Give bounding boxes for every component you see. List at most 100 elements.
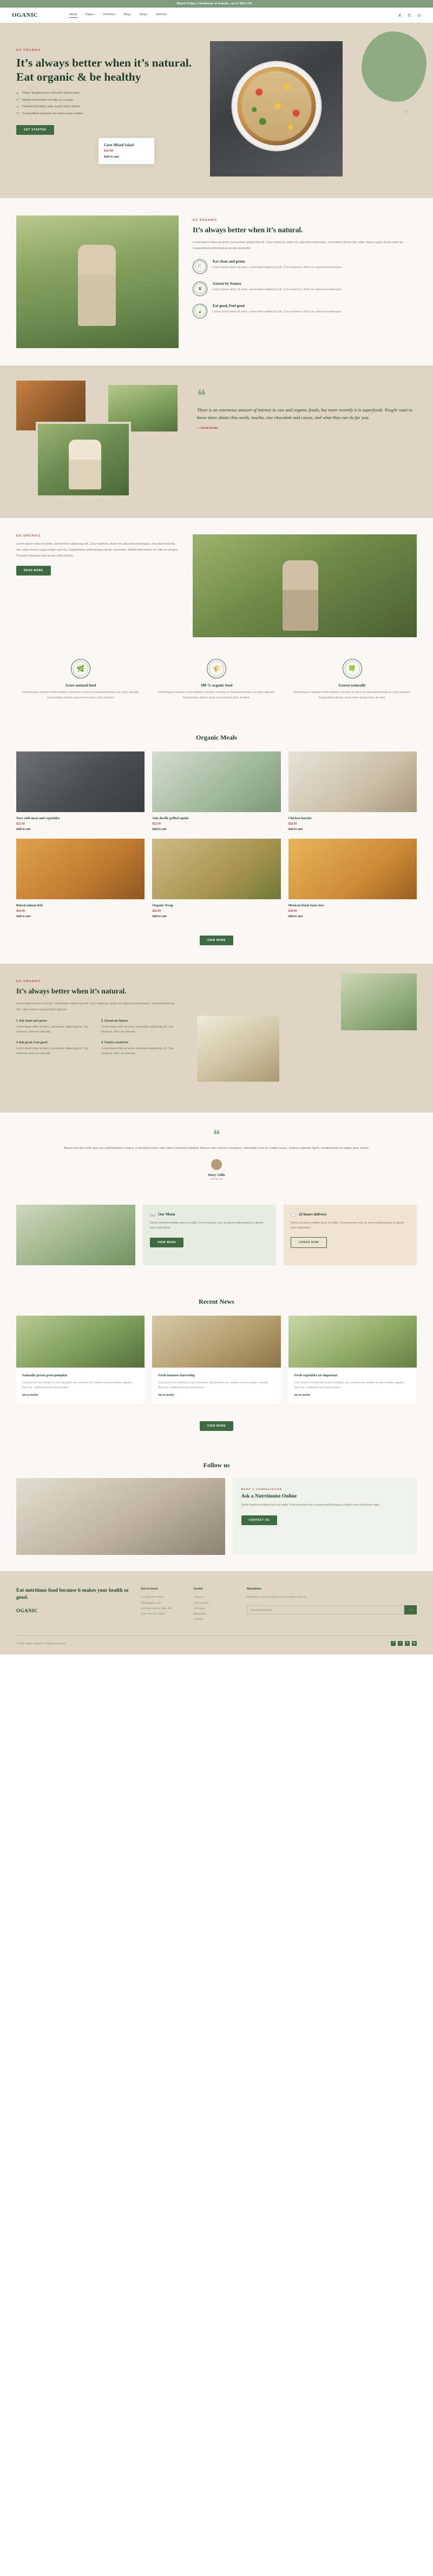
chevron-down-icon: ▾ [147,12,148,16]
carousel-next-icon[interactable]: › [405,109,407,114]
read-more-link[interactable]: READ MORE [294,1394,411,1397]
meal-card[interactable]: Mexican black bean stew $19.00 Add to ca… [288,838,417,918]
promo-topbar[interactable]: Black Friday | Hundreds of brands, up to… [0,0,433,8]
footer-column-useful: Useful About us Our services Our team Bl… [194,1587,236,1623]
meal-price: $24.00 [16,909,25,913]
nav-label: Portfolio [103,12,114,16]
benefit-body: Lorem ipsum dolor sit amet, consectetur … [101,1047,174,1056]
consultation-body: Donec tincidunt sodales lacus ut mattis.… [241,1503,380,1507]
footer-link[interactable]: Our team [194,1606,236,1612]
user-icon[interactable] [398,14,402,17]
nav-item-home[interactable]: Home [69,12,78,18]
check-icon: ✔ [16,105,19,109]
main-nav: Home Pages▾ Portfolio▾ Blog▾ Shop▾ Eleme… [69,13,167,18]
facebook-icon[interactable]: f [391,1640,396,1646]
add-to-cart-button[interactable]: Add to cart [104,155,149,159]
footer-column-title: Get in touch [141,1587,158,1591]
instagram-icon[interactable]: ig [412,1640,417,1646]
benefit-item: 1. Eat clean and green Lorem ipsum dolor… [16,1019,94,1035]
mission-cta-button[interactable]: READ MORE [16,566,51,576]
feature-title: Eat good, Feel good [213,303,245,308]
promo-body: Donec tincidunt sodales lacus ut mattis.… [150,1221,264,1230]
site-logo[interactable]: OGANIC [12,12,38,18]
hero-product-card[interactable]: Corn Mixed Salad $10.99 Add to cart [99,138,154,164]
footer-link[interactable]: 123 Main Street, Suite 400 [141,1606,183,1612]
benefit-body: Lorem ipsum dolor sit amet, consectetur … [16,1047,89,1056]
meal-card[interactable]: Taco with meat and vegetables $12.00 Add… [16,751,145,831]
header-icon-group [398,14,421,17]
hero-benefit-list: ✔ Donec feugiat ipsum sed enim ullamcorpe… [16,91,195,115]
footer-brand: Eat nutritious food because it makes you… [16,1587,130,1623]
badge-glyph: 🌾 [212,665,221,672]
promo-topbar-text: Black Friday | Hundreds of brands, up to… [176,2,257,5]
view-more-meals-button[interactable]: VIEW MORE [199,935,234,945]
nav-item-shop[interactable]: Shop▾ [140,13,148,18]
site-footer: Eat nutritious food because it makes you… [0,1571,433,1655]
news-card-body: Fresh tomatoes harvesting Cras laoreet n… [152,1367,281,1404]
footer-link[interactable]: Contact [194,1617,236,1623]
feature-item: 🍃 Eat good, Feel good Lorem ipsum dolor … [193,303,417,318]
follow-image [16,1478,225,1555]
twitter-icon[interactable]: t [398,1640,403,1646]
benefit-title: 1. Eat clean and green [16,1019,47,1023]
consultation-eyebrow: BOOK A CONSULTATION [241,1488,283,1491]
add-to-cart-button[interactable]: Add to cart [16,828,145,831]
meal-card[interactable]: Chicken burrito $18.00 Add to cart [288,751,417,831]
search-icon[interactable] [408,14,411,17]
news-card[interactable]: Fresh vegetables are important Cras laor… [288,1315,417,1404]
view-more-news-button[interactable]: VIEW MORE [199,1421,234,1431]
nav-item-blog[interactable]: Blog▾ [124,13,132,18]
nav-item-element[interactable]: Element [156,13,167,18]
benefits-title: It’s always better when it’s natural. [16,986,127,995]
news-card-body: Fresh vegetables are important Cras laor… [288,1367,417,1404]
footer-link[interactable]: Blog posts [194,1612,236,1617]
meal-card[interactable]: Sala deville grilled squids $22.00 Add t… [152,751,281,831]
promo-card-menu: 📖 Our Menu Donec tincidunt sodales lacus… [143,1204,276,1265]
add-to-cart-button[interactable]: Add to cart [288,915,417,918]
footer-link[interactable]: Our services [194,1601,236,1606]
consultation-card: BOOK A CONSULTATION Ask a Nutritionist O… [232,1478,417,1555]
read-more-link[interactable]: READ MORE [22,1394,139,1397]
menu-book-icon: 📖 [150,1212,155,1217]
view-menu-button[interactable]: VIEW MENU [150,1238,184,1248]
feature-item: ♛ Grown by Nature Lorem ipsum dolor sit … [193,281,417,296]
add-to-cart-button[interactable]: Add to cart [16,915,145,918]
add-to-cart-button[interactable]: Add to cart [152,828,280,831]
social-links: f t in ig [391,1640,417,1646]
footer-column-contact: Get in touch +1 (234) 567 89 00 info@oga… [141,1587,183,1623]
hero-title: It’s always better when it’s natural. Ea… [16,56,192,84]
footer-newsletter: Newsletter Subscribe to get the latest n… [247,1587,417,1623]
footer-logo[interactable]: OGANIC [16,1608,130,1613]
footer-heading: Eat nutritious food because it makes you… [16,1588,129,1601]
linkedin-icon[interactable]: in [405,1640,410,1646]
footer-link[interactable]: About us [194,1595,236,1600]
meal-card[interactable]: Organic Wrap $15.00 Add to cart [152,838,281,918]
nav-label: Home [69,12,77,16]
farmer-photo [16,215,179,348]
footer-link[interactable]: +1 (234) 567 89 00 [141,1595,183,1600]
order-now-button[interactable]: ORDER NOW [291,1237,327,1248]
benefit-title: 2. Grown by Nature [101,1019,128,1023]
news-card[interactable]: Fresh tomatoes harvesting Cras laoreet n… [152,1315,281,1404]
hero-cta-button[interactable]: GET STARTED [16,125,54,135]
nav-label: Blog [123,12,130,16]
footer-link[interactable]: info@oganic.com [141,1601,183,1606]
quote-mark-icon: ❝ [213,1128,220,1142]
footer-link[interactable]: New York, NY 10001 [141,1612,183,1617]
copyright-text: © 2021 Oganic Organic. All Rights Reserv… [16,1642,66,1645]
read-more-link[interactable]: READ MORE [158,1394,274,1397]
meal-card[interactable]: Baked salmon fish $24.00 Add to cart [16,838,145,918]
check-icon: ✔ [16,99,19,102]
newsletter-email-input[interactable] [247,1605,404,1614]
newsletter-submit-button[interactable]: → [404,1605,417,1614]
add-to-cart-button[interactable]: Add to cart [288,828,417,831]
contact-us-button[interactable]: CONTACT US [241,1515,277,1525]
add-to-cart-button[interactable]: Add to cart [152,915,280,918]
menu-icon[interactable] [417,14,421,17]
list-item-label: Donec feugiat ipsum sed enim ullamcorper [22,91,80,95]
nav-item-portfolio[interactable]: Portfolio▾ [103,13,116,18]
news-card[interactable]: Naturally grown green pumpkin Cras laore… [16,1315,145,1404]
badge-glyph: 🌿 [76,665,85,672]
nav-item-pages[interactable]: Pages▾ [86,13,95,18]
hero-section: GO ORGANIC It’s always better when it’s … [0,23,433,198]
